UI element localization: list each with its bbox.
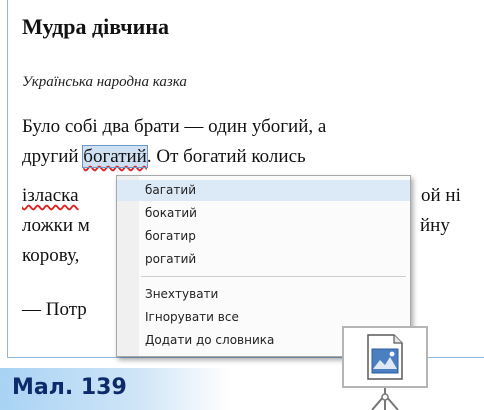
presentation-board-icon (342, 326, 428, 410)
figure-caption: Мал. 139 (12, 375, 127, 400)
suggestion-item[interactable]: бокатий (117, 203, 410, 224)
ignore-button[interactable]: Знехтувати (117, 284, 410, 305)
suggestion-item[interactable]: рогатий (117, 249, 410, 270)
misspelled-word[interactable]: ізласка (22, 185, 79, 206)
menu-separator (141, 276, 406, 277)
text-line-6: — Потр (22, 299, 87, 320)
document-title: Мудра дівчина (22, 14, 169, 39)
text-fragment-right-1: ой ні (421, 185, 461, 206)
image-file-icon (367, 334, 403, 380)
text-line-3: ізласка (22, 185, 79, 207)
misspelled-word-selected[interactable]: богатий (82, 145, 148, 168)
suggestion-item[interactable]: багатий (117, 180, 410, 201)
text-line-2: другий богатий. От богатий колись (22, 145, 306, 168)
document-subtitle: Українська народна казка (22, 74, 187, 90)
text-line-4: ложки м (22, 215, 90, 236)
suggestion-item[interactable]: богатир (117, 226, 410, 247)
text-line-1: Було собі два брати — один убогий, а (22, 116, 327, 137)
text-fragment-right-2: йну (420, 215, 450, 236)
text-line-5: корову, (22, 245, 80, 266)
